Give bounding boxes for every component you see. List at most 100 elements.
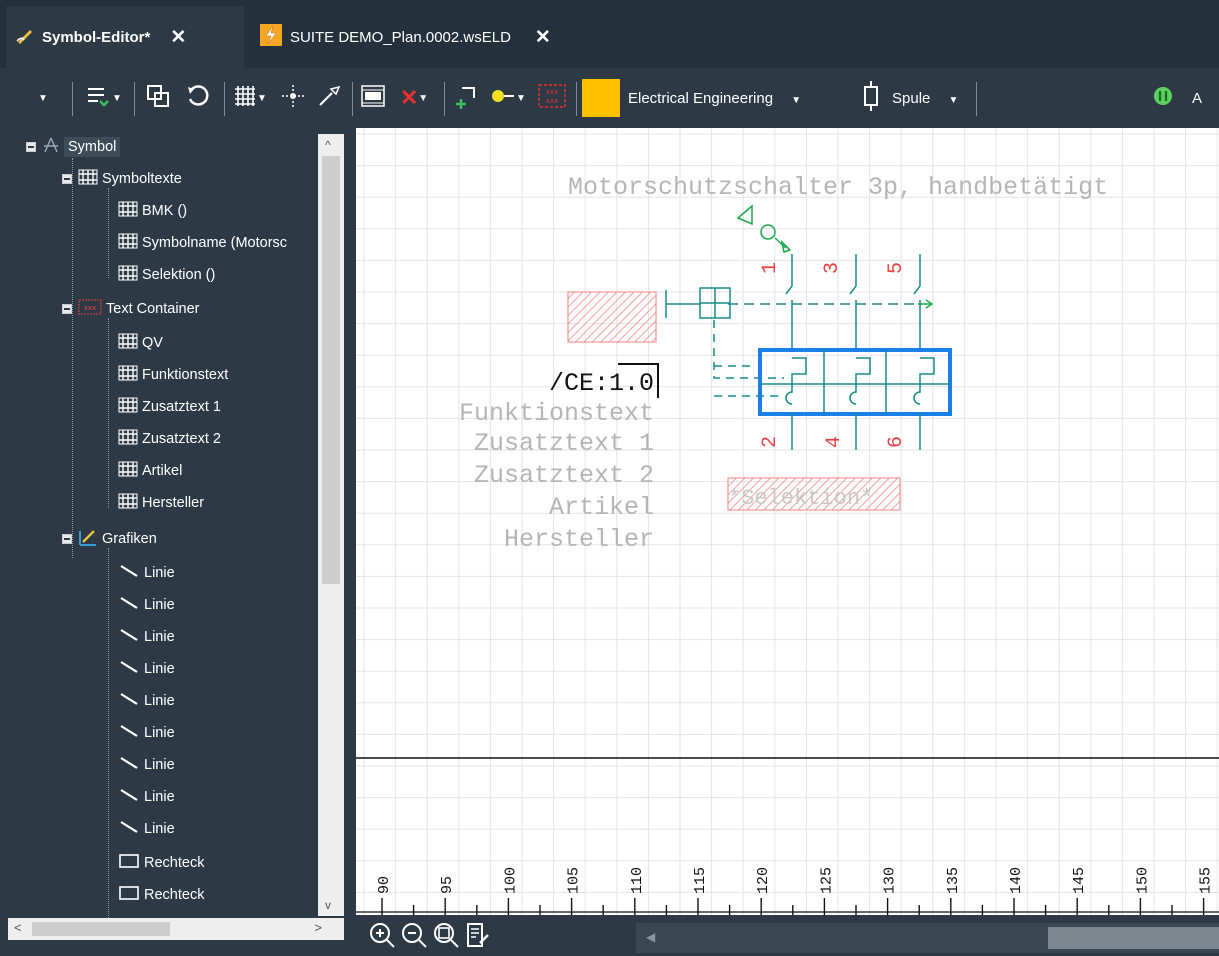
ruler-label: 115	[692, 867, 709, 894]
tab-plan[interactable]: SUITE DEMO_Plan.0002.wsELD ✕	[258, 6, 612, 68]
tree-vertical-scrollbar[interactable]: ^ v	[318, 134, 344, 916]
zoom-fit-button[interactable]	[432, 921, 460, 949]
scroll-thumb[interactable]	[322, 156, 340, 584]
lightning-icon	[260, 24, 282, 50]
tree-item[interactable]: Linie	[118, 752, 175, 778]
tree-item[interactable]: Linie	[118, 624, 175, 650]
close-icon[interactable]: ✕	[170, 26, 186, 49]
connection-point-button[interactable]: ▼	[486, 82, 530, 114]
symbol-type-dropdown[interactable]: Spule ▼	[892, 90, 958, 107]
color-swatch	[582, 79, 620, 117]
tree-item[interactable]: Symbolname (Motorsc	[118, 230, 287, 256]
terminal-label: 1	[759, 262, 782, 274]
toolbar-trailing-label: A	[1192, 90, 1203, 107]
tree-item[interactable]: Rechteck	[118, 850, 204, 876]
status-button[interactable]	[1150, 82, 1176, 114]
grid-button[interactable]: ▼	[228, 82, 272, 114]
tree-item[interactable]: Linie	[118, 816, 175, 842]
tab-symbol-editor[interactable]: Symbol-Editor* ✕	[6, 6, 244, 68]
undo-button[interactable]	[180, 82, 216, 114]
scroll-up-icon[interactable]: ^	[325, 138, 331, 152]
ruler-label: 135	[945, 867, 962, 894]
symbol-drawing: Motorschutzschalter 3p, handbetätigt 1 3…	[356, 128, 1219, 915]
color-swatch-button[interactable]	[582, 79, 620, 117]
selektion-text: *Selektion*	[728, 486, 873, 511]
coil-symbol-icon	[861, 81, 881, 115]
text-block-icon	[118, 460, 138, 482]
tree-node-symboltexte[interactable]: Symboltexte	[62, 166, 182, 192]
text-zusatztext-2[interactable]: Zusatztext 2	[474, 461, 654, 490]
text-hersteller[interactable]: Hersteller	[504, 525, 654, 554]
tree-node-text-container[interactable]: xxx Text Container	[62, 296, 200, 322]
tree-item[interactable]: Zusatztext 1	[118, 394, 221, 420]
text-block-icon	[78, 168, 98, 190]
tree-node-grafiken[interactable]: Grafiken	[62, 526, 157, 552]
delete-button[interactable]: ✕ ▼	[392, 82, 436, 114]
tree-item[interactable]: BMK ()	[118, 198, 187, 224]
drawing-canvas[interactable]: Motorschutzschalter 3p, handbetätigt 1 3…	[356, 128, 1219, 915]
scroll-left-icon[interactable]: <	[14, 920, 22, 935]
line-icon	[118, 787, 140, 807]
tree-item[interactable]: Linie	[118, 720, 175, 746]
page-properties-button[interactable]	[464, 921, 492, 949]
collapse-toggle[interactable]	[62, 304, 72, 314]
zoom-out-button[interactable]	[400, 921, 428, 949]
text-block-icon	[118, 428, 138, 450]
layer-list-button[interactable]: ▼	[80, 82, 126, 114]
text-field-icon	[360, 83, 386, 113]
text-zusatztext-1[interactable]: Zusatztext 1	[474, 429, 654, 458]
tree-item[interactable]: Linie	[118, 784, 175, 810]
ruler-label: 130	[882, 867, 899, 894]
line-icon	[118, 691, 140, 711]
text-block-icon	[118, 364, 138, 386]
collapse-toggle[interactable]	[62, 174, 72, 184]
tree-item[interactable]: Funktionstext	[118, 362, 228, 388]
svg-text:xxx: xxx	[546, 88, 558, 96]
pipette-button[interactable]	[312, 82, 346, 114]
tree-item[interactable]: QV	[118, 330, 163, 356]
discipline-dropdown[interactable]: Electrical Engineering ▼	[628, 90, 801, 107]
text-artikel[interactable]: Artikel	[549, 493, 654, 522]
tree-item[interactable]: Rechteck	[118, 882, 204, 908]
tree-horizontal-scrollbar[interactable]: < >	[8, 918, 344, 940]
canvas-horizontal-scrollbar[interactable]: ◀	[636, 923, 1219, 953]
tree-item[interactable]: Selektion ()	[118, 262, 215, 288]
collapse-toggle[interactable]	[26, 142, 36, 152]
tree-node-symbol[interactable]: Symbol	[26, 134, 121, 160]
bmk-placeholder[interactable]	[567, 291, 657, 343]
line-icon	[118, 819, 140, 839]
menu-dropdown-button[interactable]: ▼	[34, 82, 52, 114]
qv-reference[interactable]: /CE:1.0	[549, 369, 654, 398]
scroll-down-icon[interactable]: v	[325, 898, 331, 912]
scroll-thumb[interactable]	[32, 922, 170, 936]
select-frame-button[interactable]	[140, 82, 176, 114]
collapse-toggle[interactable]	[62, 534, 72, 544]
coil-button[interactable]	[858, 81, 884, 115]
terminal-label: 6	[885, 436, 908, 448]
ruler-label: 90	[376, 876, 393, 894]
tree-item[interactable]: Linie	[118, 656, 175, 682]
add-connection-button[interactable]	[448, 82, 482, 114]
tree-item[interactable]: Linie	[118, 688, 175, 714]
text-field-button[interactable]	[356, 82, 390, 114]
text-container-button[interactable]: xxx xxx	[532, 82, 572, 114]
scroll-left-icon[interactable]: ◀	[646, 930, 655, 944]
snap-button[interactable]	[276, 82, 310, 114]
tree-item[interactable]: Linie	[118, 592, 175, 618]
tree-item[interactable]: Hersteller	[118, 490, 204, 516]
ruler-label: 140	[1008, 867, 1025, 894]
text-funktionstext[interactable]: Funktionstext	[459, 399, 654, 428]
tree-item[interactable]: Artikel	[118, 458, 182, 484]
tree-item[interactable]: Zusatztext 2	[118, 426, 221, 452]
terminal-label: 5	[885, 262, 908, 274]
list-layers-icon	[84, 83, 112, 113]
text-container-icon: xxx xxx	[537, 83, 567, 113]
text-container-icon: xxx	[78, 298, 102, 320]
ruler-label: 150	[1134, 867, 1151, 894]
scroll-thumb[interactable]	[1048, 927, 1219, 949]
close-icon[interactable]: ✕	[535, 26, 551, 49]
text-block-icon	[118, 264, 138, 286]
tree-item[interactable]: Linie	[118, 560, 175, 586]
scroll-right-icon[interactable]: >	[314, 920, 322, 935]
zoom-in-button[interactable]	[368, 921, 396, 949]
